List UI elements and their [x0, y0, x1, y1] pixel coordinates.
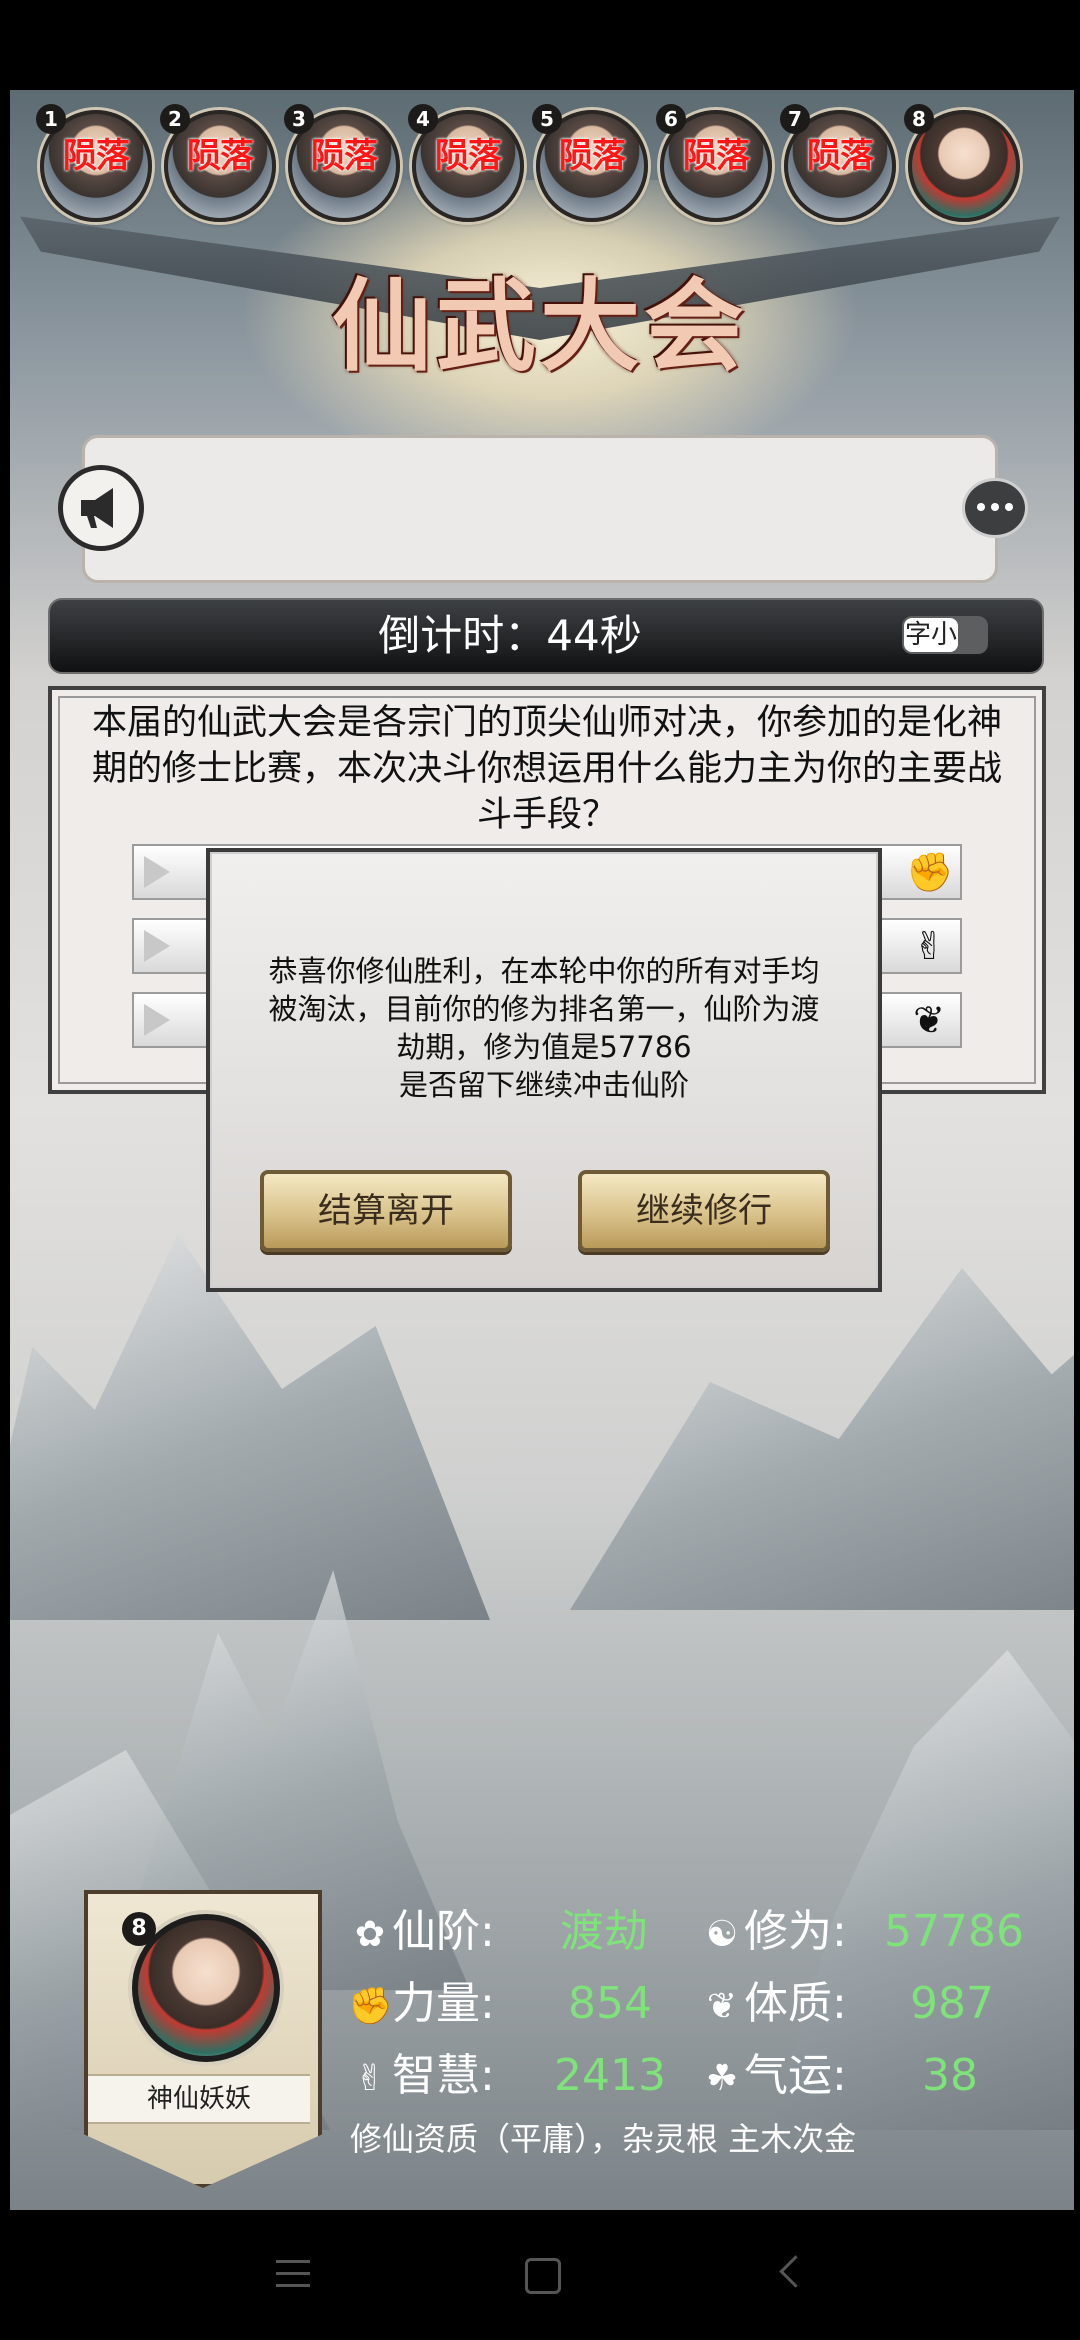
question-text: 本届的仙武大会是各宗门的顶尖仙师对决，你参加的是化神期的修士比赛，本次决斗你想运…: [91, 703, 1002, 835]
horn-icon[interactable]: [58, 465, 144, 551]
system-nav-bar: [0, 2210, 1080, 2340]
player-avatar-6[interactable]: 6 陨落: [656, 104, 772, 222]
fallen-status: 陨落: [683, 136, 750, 176]
menu-icon[interactable]: [276, 2260, 310, 2290]
horn-icon-glyph: [81, 488, 113, 528]
stat-rank: ✿ 仙阶: 渡劫: [348, 1902, 648, 1962]
message-box: [82, 435, 998, 583]
chat-dot: [1005, 503, 1013, 511]
player-number: 8: [904, 104, 934, 134]
countdown-bar: 倒计时：44秒 字小: [48, 598, 1044, 674]
fallen-status: 陨落: [435, 136, 502, 176]
settle-leave-button[interactable]: 结算离开: [260, 1170, 512, 1252]
chat-dot: [977, 503, 985, 511]
player-name: 神仙妖妖: [88, 2074, 310, 2124]
play-arrow-icon: [144, 930, 170, 962]
stat-label: 体质:: [744, 1978, 847, 2029]
leaf-icon: ❦: [913, 998, 945, 1042]
player-avatar-1[interactable]: 1 陨落: [36, 104, 152, 222]
stat-value: 57786: [884, 1906, 1024, 1957]
stat-luck: ☘ 气运: 38: [700, 2046, 978, 2106]
stat-label: 仙阶:: [392, 1906, 495, 1957]
stat-wisdom: ✌ 智慧: 2413: [348, 2046, 666, 2106]
stat-label: 力量:: [392, 1978, 495, 2029]
stat-label: 气运:: [744, 2050, 847, 2101]
result-dialog: 恭喜你修仙胜利，在本轮中你的所有对手均被淘汰，目前你的修为排名第一，仙阶为渡劫期…: [206, 848, 882, 1292]
stat-physique: ❦ 体质: 987: [700, 1974, 994, 2034]
font-size-toggle[interactable]: 字小: [902, 616, 988, 654]
font-size-toggle-label: 字小: [904, 618, 958, 652]
player-avatar-2[interactable]: 2 陨落: [160, 104, 276, 222]
stat-value: 38: [922, 2050, 978, 2101]
lotus-icon: ✿: [354, 1914, 386, 1955]
stat-value: 渡劫: [560, 1906, 648, 1957]
chat-dot: [991, 503, 999, 511]
fist-icon: ✊: [348, 1986, 393, 2027]
dialog-question: 是否留下继续冲击仙阶: [398, 1068, 689, 1102]
dialog-message: 恭喜你修仙胜利，在本轮中你的所有对手均被淘汰，目前你的修为排名第一，仙阶为渡劫期…: [260, 952, 828, 1104]
swirl-icon: ☯: [705, 1914, 739, 1955]
stat-strength: ✊力量: 854: [348, 1974, 652, 2034]
stat-label: 修为:: [744, 1906, 847, 1957]
play-arrow-icon: [144, 856, 170, 888]
continue-cultivation-button[interactable]: 继续修行: [578, 1170, 830, 1252]
stat-value: 854: [568, 1978, 652, 2029]
leaf-icon: ❦: [706, 1986, 738, 2027]
fallen-status: 陨落: [311, 136, 378, 176]
back-icon[interactable]: [779, 2255, 812, 2288]
fallen-status: 陨落: [807, 136, 874, 176]
fist-icon: ✊: [906, 850, 954, 894]
fallen-status: 陨落: [187, 136, 254, 176]
player-avatar-4[interactable]: 4 陨落: [408, 104, 524, 222]
fallen-status: 陨落: [63, 136, 130, 176]
stat-value: 2413: [554, 2050, 666, 2101]
player-avatar-3[interactable]: 3 陨落: [284, 104, 400, 222]
profile-card[interactable]: 8 神仙妖妖: [84, 1890, 322, 2188]
countdown-timer: 倒计时：44秒: [378, 611, 642, 660]
player-number: 8: [122, 1912, 156, 1946]
home-icon[interactable]: [525, 2258, 561, 2294]
hand-gesture-icon: ✌: [913, 924, 945, 968]
hand-gesture-icon: ✌: [354, 2058, 386, 2099]
player-avatar-8[interactable]: 8: [904, 104, 1020, 222]
stat-cultivation: ☯ 修为: 57786: [700, 1902, 1024, 1962]
status-bar: [0, 0, 1080, 90]
player-avatar-5[interactable]: 5 陨落: [532, 104, 648, 222]
player-avatar-7[interactable]: 7 陨落: [780, 104, 896, 222]
dialog-message-body: 恭喜你修仙胜利，在本轮中你的所有对手均被淘汰，目前你的修为排名第一，仙阶为渡劫期…: [268, 954, 820, 1064]
stat-label: 智慧:: [392, 2050, 495, 2101]
clover-icon: ☘: [705, 2058, 739, 2099]
stat-value: 987: [910, 1978, 994, 2029]
chat-icon[interactable]: [962, 478, 1028, 538]
player-row: 1 陨落 2 陨落 3 陨落 4 陨落 5 陨落 6 陨落 7 陨落 8: [36, 104, 1040, 230]
aptitude-text: 修仙资质（平庸），杂灵根 主木次金: [350, 2120, 857, 2158]
fallen-status: 陨落: [559, 136, 626, 176]
game-title: 仙武大会: [332, 267, 748, 385]
play-arrow-icon: [144, 1004, 170, 1036]
